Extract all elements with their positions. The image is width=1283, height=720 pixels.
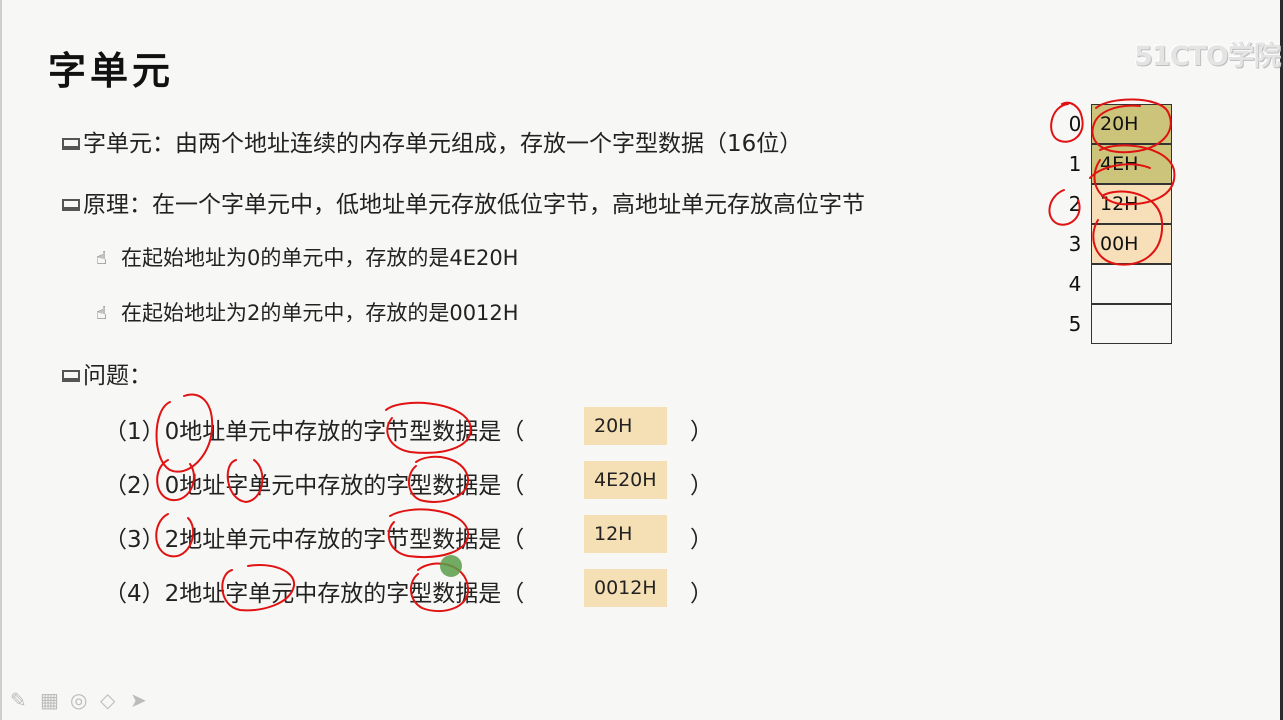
ink-annotations xyxy=(155,98,1176,613)
pen-icon[interactable]: ✎ xyxy=(10,688,27,712)
ink-stroke xyxy=(1089,163,1151,179)
ink-circle xyxy=(1048,189,1081,226)
ink-circle xyxy=(1050,101,1084,143)
ink-circle xyxy=(1091,98,1172,154)
highlighter-icon[interactable]: ◎ xyxy=(70,688,87,712)
laser-pointer-dot xyxy=(440,555,462,577)
ink-circle xyxy=(1093,144,1176,206)
keyboard-icon[interactable]: ▦ xyxy=(40,688,59,712)
ink-circle xyxy=(1092,190,1164,266)
ink-circle xyxy=(408,455,470,503)
ink-circle xyxy=(155,393,214,473)
eraser-icon[interactable]: ◇ xyxy=(100,688,115,712)
ink-circle xyxy=(385,401,472,454)
ink-circle xyxy=(221,564,296,612)
ink-strokes xyxy=(155,98,1176,613)
ink-circle xyxy=(387,508,470,558)
ink-circle xyxy=(155,513,195,558)
pointer-icon[interactable]: ➤ xyxy=(130,688,147,712)
ink-circle xyxy=(226,459,264,504)
ink-circle xyxy=(156,459,195,502)
